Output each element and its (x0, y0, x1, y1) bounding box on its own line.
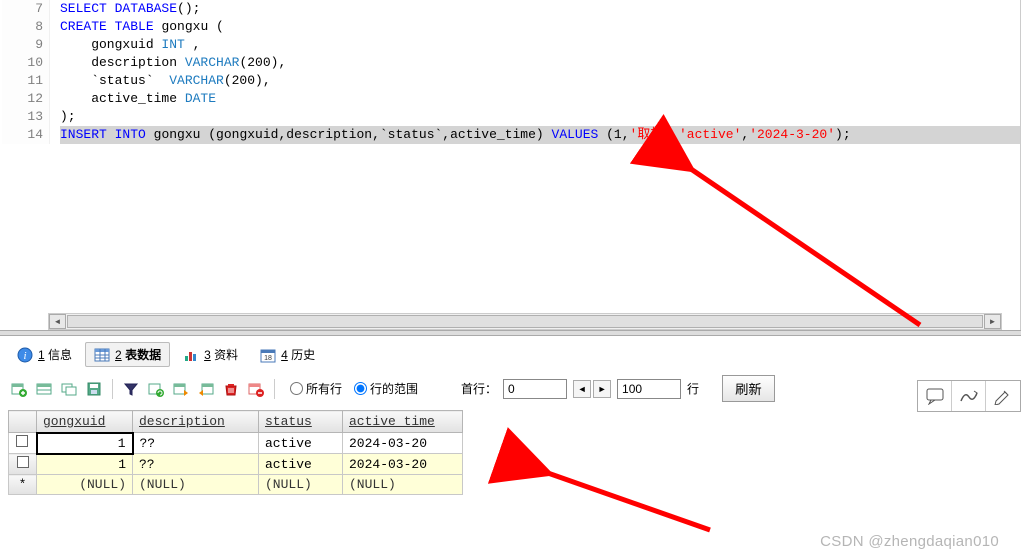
tab-label: 2 表数据 (115, 346, 161, 363)
column-header[interactable]: gongxuid (37, 411, 133, 433)
info-icon: i (17, 347, 33, 363)
tab-assets[interactable]: 3 资料 (174, 342, 247, 367)
table-cell[interactable]: 1 (37, 454, 133, 475)
tab-info[interactable]: i 1 信息 (8, 342, 81, 367)
line-number: 8 (2, 18, 50, 36)
delete-icon[interactable] (220, 378, 242, 400)
code-line[interactable]: gongxuid INT , (60, 36, 1020, 54)
calendar-icon: 18 (260, 347, 276, 363)
row-header[interactable] (9, 433, 37, 454)
chart-icon (183, 347, 199, 363)
tab-label: 1 信息 (38, 346, 72, 363)
table-cell[interactable]: 2024-03-20 (343, 454, 463, 475)
next-page-icon[interactable]: ► (593, 380, 611, 398)
tab-history[interactable]: 18 4 历史 (251, 342, 324, 367)
edit-tool-icon[interactable] (986, 381, 1020, 411)
row-header[interactable] (9, 454, 37, 475)
table-cell[interactable]: (NULL) (37, 475, 133, 495)
grid-import-icon[interactable] (195, 378, 217, 400)
line-number: 9 (2, 36, 50, 54)
add-row-icon[interactable] (8, 378, 30, 400)
tab-data[interactable]: 2 表数据 (85, 342, 170, 367)
grid-export-icon[interactable] (170, 378, 192, 400)
row-count-input[interactable] (617, 379, 681, 399)
table-cell[interactable]: (NULL) (259, 475, 343, 495)
line-number: 13 (2, 108, 50, 126)
code-line[interactable]: INSERT INTO gongxu (gongxuid,description… (60, 126, 1020, 144)
sql-editor[interactable]: 7 SELECT DATABASE(); 8 CREATE TABLE gongxu … (0, 0, 1021, 330)
result-tabs: i 1 信息 2 表数据 3 资料 18 4 历史 (0, 336, 1021, 371)
grid-icon-2[interactable] (33, 378, 55, 400)
row-header[interactable]: * (9, 475, 37, 495)
code-line[interactable]: `status` VARCHAR(200), (60, 72, 1020, 90)
column-header[interactable]: active_time (343, 411, 463, 433)
table-cell[interactable]: 1 (37, 433, 133, 454)
tab-label: 3 资料 (204, 346, 238, 363)
code-line[interactable]: CREATE TABLE gongxu ( (60, 18, 1020, 36)
grid-toolbar: 所有行 行的范围 首行： ◄ ► 行 刷新 (0, 371, 1021, 406)
tab-label: 4 历史 (281, 346, 315, 363)
editor-horizontal-scrollbar[interactable]: ◄ ► (48, 313, 1002, 330)
scroll-thumb[interactable] (67, 315, 983, 328)
refresh-button[interactable]: 刷新 (722, 375, 775, 402)
table-cell[interactable]: ?? (133, 433, 259, 454)
svg-text:i: i (23, 350, 26, 362)
message-tool-icon[interactable] (918, 381, 952, 411)
chart-tool-icon[interactable] (952, 381, 986, 411)
radio-row-range[interactable]: 行的范围 (354, 380, 418, 397)
table-cell[interactable]: ?? (133, 454, 259, 475)
line-number: 14 (2, 126, 50, 144)
svg-text:18: 18 (264, 355, 272, 362)
table-icon (94, 347, 110, 363)
save-icon[interactable] (83, 378, 105, 400)
code-line[interactable]: description VARCHAR(200), (60, 54, 1020, 72)
line-number: 11 (2, 72, 50, 90)
column-header[interactable]: description (133, 411, 259, 433)
radio-all-rows[interactable]: 所有行 (290, 380, 342, 397)
column-header[interactable]: status (259, 411, 343, 433)
grid-delete-icon[interactable] (245, 378, 267, 400)
table-cell[interactable]: 2024-03-20 (343, 433, 463, 454)
grid-refresh-icon[interactable] (145, 378, 167, 400)
code-line[interactable]: ); (60, 108, 1020, 126)
table-cell[interactable]: active (259, 433, 343, 454)
side-tool-panel (917, 380, 1021, 412)
table-cell[interactable]: (NULL) (133, 475, 259, 495)
line-number: 10 (2, 54, 50, 72)
first-row-input[interactable] (503, 379, 567, 399)
line-number: 7 (2, 0, 50, 18)
result-grid: gongxuiddescriptionstatusactive_time 1??a… (0, 406, 1021, 497)
copy-row-icon[interactable] (58, 378, 80, 400)
table-cell[interactable]: active (259, 454, 343, 475)
table-cell[interactable]: (NULL) (343, 475, 463, 495)
watermark: CSDN @zhengdaqian010 (820, 533, 999, 550)
code-line[interactable]: SELECT DATABASE(); (60, 0, 1020, 18)
prev-page-icon[interactable]: ◄ (573, 380, 591, 398)
scroll-left-icon[interactable]: ◄ (49, 314, 66, 329)
line-number: 12 (2, 90, 50, 108)
first-row-label: 首行： (461, 380, 497, 397)
row-suffix-label: 行 (687, 380, 699, 397)
code-line[interactable]: active_time DATE (60, 90, 1020, 108)
scroll-right-icon[interactable]: ► (984, 314, 1001, 329)
filter-icon[interactable] (120, 378, 142, 400)
